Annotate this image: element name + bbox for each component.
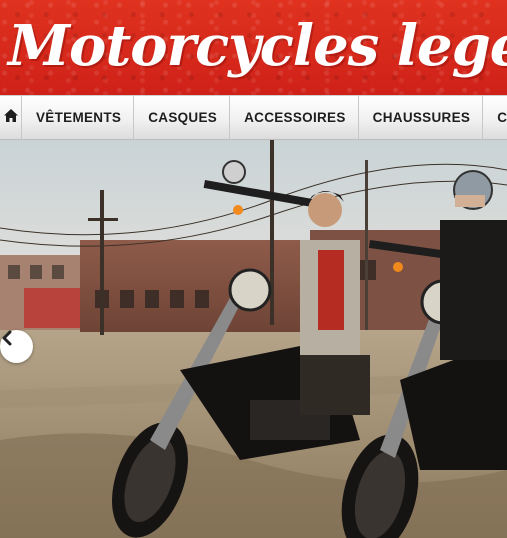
nav-menu: VÊTEMENTS CASQUES ACCESSOIRES CHAUSSURES… (22, 96, 507, 139)
nav-home-button[interactable] (0, 96, 22, 139)
nav-item-vetements[interactable]: VÊTEMENTS (22, 96, 135, 139)
site-logo-title: Motorcycles legend s (8, 13, 507, 79)
nav-item-chaussures[interactable]: CHAUSSURES (359, 96, 484, 139)
nav-item-truncated[interactable]: CA (483, 96, 507, 139)
hero-image (0, 140, 507, 538)
hero-slider[interactable] (0, 140, 507, 538)
site-banner[interactable]: Motorcycles legend s (0, 0, 507, 95)
slider-prev-button[interactable] (0, 330, 33, 363)
home-icon (3, 108, 19, 128)
nav-item-casques[interactable]: CASQUES (134, 96, 231, 139)
nav-item-accessoires[interactable]: ACCESSOIRES (230, 96, 359, 139)
main-navigation: VÊTEMENTS CASQUES ACCESSOIRES CHAUSSURES… (0, 95, 507, 140)
